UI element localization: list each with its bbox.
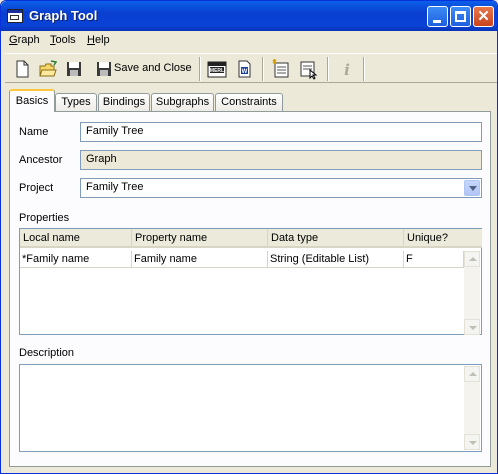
- tab-bindings[interactable]: Bindings: [98, 93, 150, 111]
- chevron-down-icon: [469, 326, 477, 330]
- save-disk-icon: [67, 62, 81, 76]
- svg-text:W: W: [242, 69, 248, 75]
- menu-bar: Graph Tools Help: [1, 31, 497, 51]
- new-document-icon: [16, 60, 29, 78]
- column-header-local-name[interactable]: Local name: [20, 229, 132, 248]
- info-button[interactable]: i: [336, 58, 358, 80]
- name-field[interactable]: Family Tree: [80, 122, 482, 142]
- properties-label: Properties: [19, 212, 70, 224]
- menu-help[interactable]: Help: [87, 34, 110, 46]
- description-scrollbar[interactable]: [464, 366, 480, 450]
- project-value: Family Tree: [86, 181, 144, 193]
- table-cell[interactable]: String (Editable List): [268, 251, 404, 268]
- open-button[interactable]: [37, 58, 59, 80]
- chevron-down-icon: [469, 441, 477, 445]
- toolbar: Save and Close MERL W i: [5, 53, 497, 83]
- word-document-icon: W: [238, 60, 251, 78]
- menu-tools[interactable]: Tools: [50, 34, 76, 46]
- tab-types[interactable]: Types: [55, 93, 97, 111]
- chevron-up-icon: [469, 372, 477, 376]
- chevron-down-icon: [469, 186, 477, 191]
- minimize-icon: [433, 20, 441, 23]
- ancestor-field: Graph: [80, 150, 482, 170]
- toolbar-separator: [262, 57, 264, 81]
- ancestor-label: Ancestor: [19, 154, 63, 166]
- app-icon: [7, 9, 23, 23]
- properties-table: Local name Property name Data type Uniqu…: [19, 228, 482, 335]
- svg-text:i: i: [344, 61, 350, 79]
- scroll-down-arrow[interactable]: [464, 434, 480, 450]
- menu-graph[interactable]: Graph: [9, 34, 40, 46]
- scroll-up-arrow[interactable]: [464, 251, 480, 267]
- list-select-icon: [300, 61, 318, 80]
- table-cell[interactable]: *Family name: [20, 251, 132, 268]
- new-button[interactable]: [11, 58, 33, 80]
- description-label: Description: [19, 347, 75, 359]
- tab-basics[interactable]: Basics: [9, 89, 55, 112]
- properties-scrollbar[interactable]: [464, 251, 480, 335]
- merl-icon: MERL: [207, 61, 227, 78]
- new-item-button[interactable]: [270, 58, 292, 80]
- save-and-close-label: Save and Close: [114, 62, 192, 74]
- info-icon: i: [344, 61, 350, 79]
- select-item-button[interactable]: [297, 58, 319, 80]
- name-label: Name: [19, 126, 49, 138]
- maximize-icon: [455, 11, 466, 22]
- svg-text:MERL: MERL: [210, 68, 224, 74]
- toolbar-separator: [327, 57, 329, 81]
- chevron-up-icon: [469, 257, 477, 261]
- close-icon: ✕: [477, 8, 490, 25]
- list-new-icon: [272, 59, 289, 78]
- save-button[interactable]: [63, 58, 85, 80]
- title-bar[interactable]: Graph Tool ✕: [1, 1, 497, 31]
- toolbar-separator: [363, 57, 365, 81]
- table-cell[interactable]: Family name: [132, 251, 268, 268]
- column-header-data-type[interactable]: Data type: [268, 229, 404, 248]
- window-title: Graph Tool: [29, 8, 98, 23]
- tab-subgraphs[interactable]: Subgraphs: [151, 93, 214, 111]
- column-header-unique[interactable]: Unique?: [404, 229, 482, 248]
- scroll-up-arrow[interactable]: [464, 366, 480, 382]
- open-folder-icon: [39, 60, 58, 77]
- description-textarea[interactable]: [19, 364, 482, 452]
- save-disk-icon: [97, 62, 111, 76]
- project-select[interactable]: Family Tree: [80, 178, 482, 198]
- tab-constraints[interactable]: Constraints: [215, 93, 283, 111]
- maximize-button[interactable]: [450, 6, 471, 27]
- column-header-property-name[interactable]: Property name: [132, 229, 268, 248]
- scroll-down-arrow[interactable]: [464, 319, 480, 335]
- minimize-button[interactable]: [427, 6, 448, 27]
- table-cell[interactable]: F: [404, 251, 464, 268]
- toolbar-separator: [199, 57, 201, 81]
- word-export-button[interactable]: W: [233, 58, 255, 80]
- project-label: Project: [19, 182, 54, 194]
- save-and-close-button[interactable]: Save and Close: [93, 58, 192, 80]
- project-dropdown-button[interactable]: [464, 180, 480, 196]
- merl-button[interactable]: MERL: [206, 58, 228, 80]
- close-button[interactable]: ✕: [473, 6, 494, 27]
- graph-tool-window: Graph Tool ✕ Graph Tools Help Save and C…: [0, 0, 498, 474]
